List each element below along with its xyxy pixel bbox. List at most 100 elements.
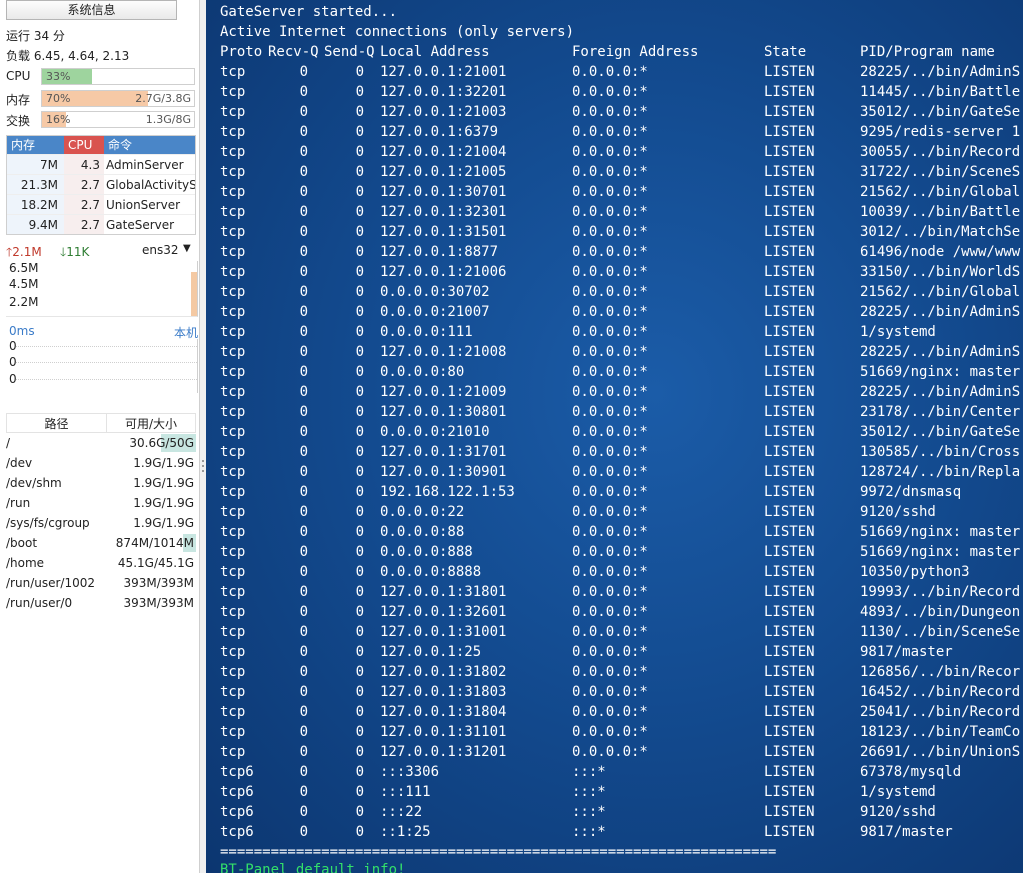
process-cpu: 4.3 xyxy=(64,155,104,174)
netstat-recv-q: 0 xyxy=(299,64,309,80)
netstat-recv-q: 0 xyxy=(299,144,309,160)
netstat-recv-q: 0 xyxy=(299,604,309,620)
netstat-send-q: 0 xyxy=(355,484,365,500)
netstat-local-address: 0.0.0.0:888 xyxy=(380,544,473,560)
netstat-foreign-address: 0.0.0.0:* xyxy=(572,524,648,540)
netstat-proto: tcp xyxy=(220,744,246,760)
netstat-pid-program: 23178/../bin/Center xyxy=(860,404,1021,420)
netstat-local-address: 127.0.0.1:31801 xyxy=(380,584,507,600)
netstat-state: LISTEN xyxy=(764,284,815,300)
netstat-foreign-address: 0.0.0.0:* xyxy=(572,604,648,620)
cpu-meter-label: CPU xyxy=(6,69,31,83)
netstat-foreign-address: 0.0.0.0:* xyxy=(572,724,648,740)
netstat-pid-program: 4893/../bin/Dungeon xyxy=(860,604,1021,620)
header-pid-program: PID/Program name xyxy=(860,44,995,60)
netstat-recv-q: 0 xyxy=(299,404,309,420)
netstat-pid-program: 35012/../bin/GateSe xyxy=(860,424,1021,440)
system-info-button[interactable]: 系统信息 xyxy=(6,0,177,20)
process-cpu: 2.7 xyxy=(64,195,104,214)
latency-value: 0 xyxy=(9,355,17,369)
netstat-pid-program: 35012/../bin/GateSe xyxy=(860,104,1021,120)
disk-row[interactable]: /home 45.1G/45.1G xyxy=(6,553,196,573)
disk-row[interactable]: /run/user/0 393M/393M xyxy=(6,593,196,613)
netstat-recv-q: 0 xyxy=(299,124,309,140)
netstat-send-q: 0 xyxy=(355,624,365,640)
swap-meter-label: 交换 xyxy=(6,114,31,128)
netstat-foreign-address: 0.0.0.0:* xyxy=(572,384,648,400)
netstat-proto: tcp xyxy=(220,404,246,420)
network-scale-label: 6.5M xyxy=(9,261,39,275)
column-header-command[interactable]: 命令 xyxy=(104,136,195,154)
netstat-send-q: 0 xyxy=(355,784,365,800)
netstat-send-q: 0 xyxy=(355,504,365,520)
netstat-proto: tcp xyxy=(220,604,246,620)
netstat-recv-q: 0 xyxy=(299,484,309,500)
disk-size: 1.9G/1.9G xyxy=(133,516,194,530)
netstat-send-q: 0 xyxy=(355,264,365,280)
netstat-local-address: 0.0.0.0:80 xyxy=(380,364,465,380)
netstat-foreign-address: 0.0.0.0:* xyxy=(572,144,648,160)
disk-row[interactable]: /run/user/1002 393M/393M xyxy=(6,573,196,593)
netstat-state: LISTEN xyxy=(764,684,815,700)
netstat-foreign-address: 0.0.0.0:* xyxy=(572,404,648,420)
latency-plot-area: 0 0 0 xyxy=(6,339,198,393)
netstat-pid-program: 11445/../bin/Battle xyxy=(860,84,1021,100)
netstat-local-address: 127.0.0.1:21001 xyxy=(380,64,507,80)
netstat-pid-program: 26691/../bin/UnionS xyxy=(860,744,1021,760)
netstat-state: LISTEN xyxy=(764,84,815,100)
netstat-proto: tcp xyxy=(220,64,246,80)
netstat-local-address: 127.0.0.1:31501 xyxy=(380,224,507,240)
netstat-recv-q: 0 xyxy=(299,764,309,780)
netstat-foreign-address: 0.0.0.0:* xyxy=(572,164,648,180)
netstat-pid-program: 51669/nginx: master xyxy=(860,524,1021,540)
disk-row[interactable]: /dev/shm 1.9G/1.9G xyxy=(6,473,196,493)
netstat-foreign-address: 0.0.0.0:* xyxy=(572,284,648,300)
netstat-proto: tcp xyxy=(220,264,246,280)
netstat-proto: tcp xyxy=(220,244,246,260)
netstat-foreign-address: :::* xyxy=(572,764,606,780)
netstat-local-address: 127.0.0.1:30901 xyxy=(380,464,507,480)
column-header-memory[interactable]: 内存 xyxy=(7,136,64,154)
disk-row[interactable]: / 30.6G/50G xyxy=(6,433,196,453)
latency-value: 0 xyxy=(9,372,17,386)
netstat-foreign-address: 0.0.0.0:* xyxy=(572,444,648,460)
column-header-cpu[interactable]: CPU xyxy=(64,136,104,154)
network-plot-area: 6.5M 4.5M 2.2M xyxy=(6,261,198,317)
network-interface-select[interactable]: ens32 xyxy=(142,243,179,257)
netstat-proto: tcp xyxy=(220,484,246,500)
netstat-state: LISTEN xyxy=(764,324,815,340)
netstat-proto: tcp6 xyxy=(220,824,254,840)
netstat-send-q: 0 xyxy=(355,64,365,80)
disk-row[interactable]: /boot 874M/1014M xyxy=(6,533,196,553)
latency-graph: 0ms 本机 0 0 0 xyxy=(6,323,198,393)
netstat-proto: tcp xyxy=(220,624,246,640)
netstat-pid-program: 9120/sshd xyxy=(860,504,936,520)
netstat-recv-q: 0 xyxy=(299,84,309,100)
disk-row[interactable]: /run 1.9G/1.9G xyxy=(6,493,196,513)
terminal-output[interactable]: GateServer started... Active Internet co… xyxy=(206,0,1023,873)
netstat-local-address: 127.0.0.1:21004 xyxy=(380,144,507,160)
netstat-send-q: 0 xyxy=(355,304,365,320)
netstat-send-q: 0 xyxy=(355,224,365,240)
dropdown-triangle-icon[interactable]: ▼ xyxy=(183,243,191,254)
system-info-sidebar: 系统信息 运行 34 分 负载 6.45, 4.64, 2.13 CPU 33%… xyxy=(0,0,200,873)
upload-speed-value: 2.1M xyxy=(12,245,42,259)
disk-row[interactable]: /dev 1.9G/1.9G xyxy=(6,453,196,473)
netstat-local-address: :::3306 xyxy=(380,764,440,780)
netstat-state: LISTEN xyxy=(764,344,815,360)
netstat-foreign-address: 0.0.0.0:* xyxy=(572,204,648,220)
netstat-recv-q: 0 xyxy=(299,444,309,460)
process-row[interactable]: 9.4M 2.7 GateServer xyxy=(7,214,195,234)
process-row[interactable]: 7M 4.3 AdminServer xyxy=(7,154,195,174)
process-row[interactable]: 18.2M 2.7 UnionServer xyxy=(7,194,195,214)
process-row[interactable]: 21.3M 2.7 GlobalActivityS xyxy=(7,174,195,194)
disk-row[interactable]: /sys/fs/cgroup 1.9G/1.9G xyxy=(6,513,196,533)
netstat-recv-q: 0 xyxy=(299,544,309,560)
netstat-send-q: 0 xyxy=(355,464,365,480)
netstat-recv-q: 0 xyxy=(299,264,309,280)
netstat-pid-program: 9972/dnsmasq xyxy=(860,484,962,500)
netstat-foreign-address: 0.0.0.0:* xyxy=(572,124,648,140)
column-header-size[interactable]: 可用/大小 xyxy=(107,414,195,432)
header-local-address: Local Address xyxy=(380,44,490,60)
column-header-path[interactable]: 路径 xyxy=(7,414,107,432)
